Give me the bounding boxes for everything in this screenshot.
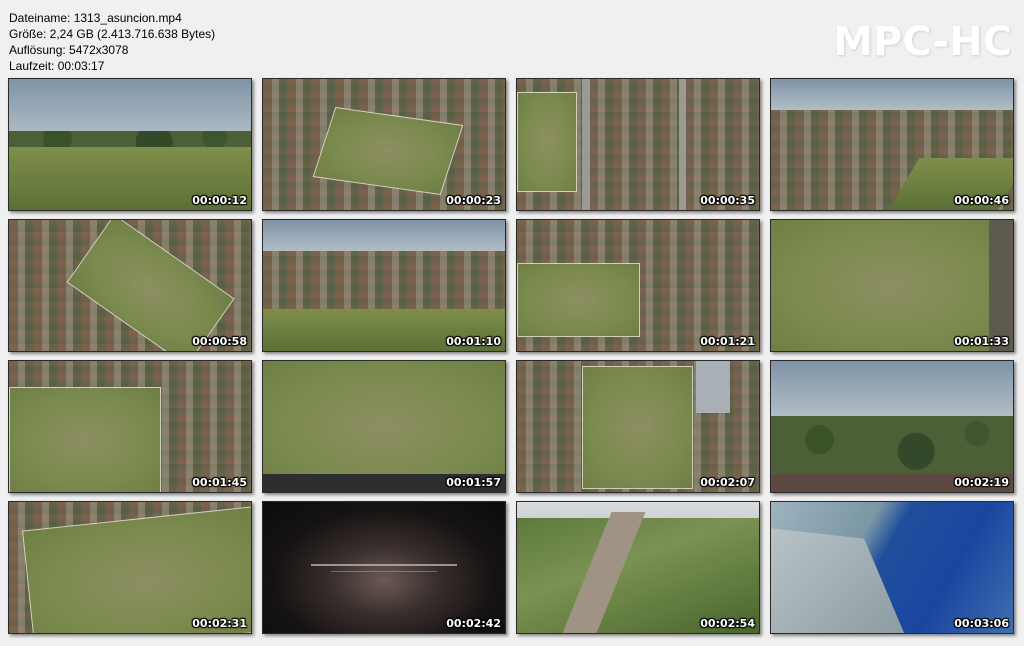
timestamp-label: 00:00:46 xyxy=(954,194,1009,207)
timestamp-label: 00:01:10 xyxy=(446,335,501,348)
timestamp-label: 00:01:21 xyxy=(700,335,755,348)
duration-label: Laufzeit: 00:03:17 xyxy=(9,59,105,73)
timestamp-label: 00:03:06 xyxy=(954,617,1009,630)
thumbnail[interactable]: 00:02:31 xyxy=(8,501,252,634)
timestamp-label: 00:00:58 xyxy=(192,335,247,348)
thumbnail[interactable]: 00:00:46 xyxy=(770,78,1014,211)
timestamp-label: 00:00:12 xyxy=(192,194,247,207)
thumbnail[interactable]: 00:01:33 xyxy=(770,219,1014,352)
thumbnail[interactable]: 00:02:54 xyxy=(516,501,760,634)
filesize-label: Größe: 2,24 GB (2.413.716.638 Bytes) xyxy=(9,27,216,41)
timestamp-label: 00:02:19 xyxy=(954,476,1009,489)
mpc-hc-logo: MPC-HC xyxy=(833,19,1012,65)
thumbnail[interactable]: 00:02:42 xyxy=(262,501,506,634)
thumbnail[interactable]: 00:00:23 xyxy=(262,78,506,211)
thumbnail[interactable]: 00:00:35 xyxy=(516,78,760,211)
thumbnail[interactable]: 00:01:10 xyxy=(262,219,506,352)
thumbnail-grid: 00:00:12 00:00:23 00:00:35 00:00:46 00:0… xyxy=(8,78,1016,638)
thumbnail[interactable]: 00:03:06 xyxy=(770,501,1014,634)
thumbnail[interactable]: 00:00:12 xyxy=(8,78,252,211)
timestamp-label: 00:01:45 xyxy=(192,476,247,489)
timestamp-label: 00:01:33 xyxy=(954,335,1009,348)
timestamp-label: 00:02:07 xyxy=(700,476,755,489)
thumbnail[interactable]: 00:01:57 xyxy=(262,360,506,493)
timestamp-label: 00:02:42 xyxy=(446,617,501,630)
thumbnail[interactable]: 00:01:21 xyxy=(516,219,760,352)
timestamp-label: 00:01:57 xyxy=(446,476,501,489)
thumbnail[interactable]: 00:02:19 xyxy=(770,360,1014,493)
timestamp-label: 00:02:31 xyxy=(192,617,247,630)
thumbnail[interactable]: 00:01:45 xyxy=(8,360,252,493)
thumbnail[interactable]: 00:02:07 xyxy=(516,360,760,493)
file-info: Dateiname: 1313_asuncion.mp4 Größe: 2,24… xyxy=(9,10,215,74)
thumbnail[interactable]: 00:00:58 xyxy=(8,219,252,352)
timestamp-label: 00:00:35 xyxy=(700,194,755,207)
resolution-label: Auflösung: 5472x3078 xyxy=(9,43,129,57)
filename-label: Dateiname: 1313_asuncion.mp4 xyxy=(9,11,182,25)
timestamp-label: 00:00:23 xyxy=(446,194,501,207)
timestamp-label: 00:02:54 xyxy=(700,617,755,630)
